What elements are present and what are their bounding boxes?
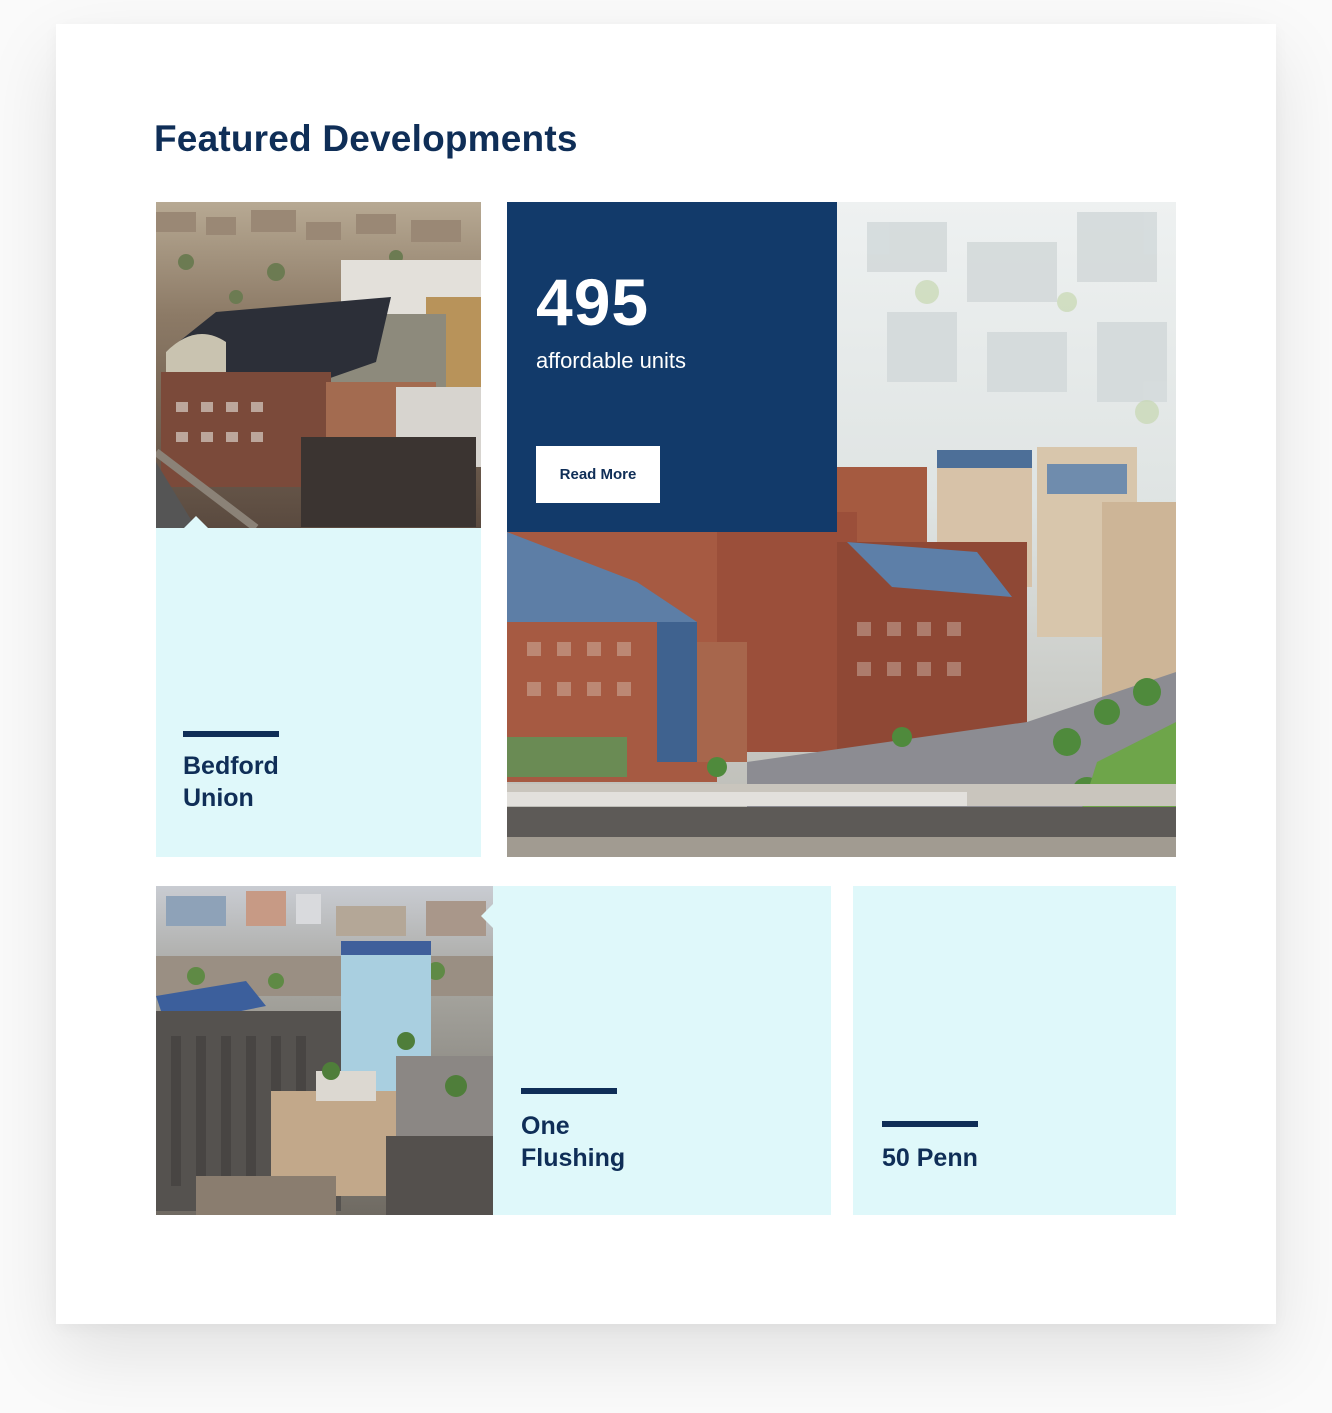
- featured-development-tile: 495 affordable units Read More: [507, 202, 1176, 857]
- 50-penn-name-line1: 50 Penn: [882, 1144, 978, 1172]
- stat-label: affordable units: [536, 348, 687, 373]
- bedford-union-notch: [184, 516, 208, 528]
- bedford-union-name-line2: Union: [183, 784, 254, 812]
- development-tile-50-penn[interactable]: 50 Penn: [853, 886, 1176, 1215]
- 50-penn-accent-bar: [882, 1121, 978, 1127]
- stat-number: 495: [536, 265, 650, 339]
- one-flushing-name-line1: One: [521, 1112, 570, 1140]
- bedford-union-aerial-photo: [156, 202, 481, 528]
- one-flushing-name-line2: Flushing: [521, 1144, 626, 1172]
- one-flushing-accent-bar: [521, 1088, 617, 1094]
- development-tile-one-flushing[interactable]: One Flushing: [156, 886, 831, 1215]
- read-more-button[interactable]: Read More: [536, 446, 660, 503]
- featured-developments-card: Featured Developments Bedford Union 495 …: [56, 24, 1276, 1324]
- bedford-union-name: Bedford Union: [183, 750, 279, 814]
- bedford-union-accent-bar: [183, 731, 279, 737]
- one-flushing-aerial-photo: [156, 886, 493, 1215]
- stat-box: 495 affordable units Read More: [507, 202, 837, 532]
- section-title: Featured Developments: [154, 118, 578, 159]
- 50-penn-name: 50 Penn: [882, 1142, 978, 1174]
- one-flushing-notch: [481, 904, 493, 928]
- development-tile-bedford-union[interactable]: Bedford Union: [156, 202, 481, 857]
- bedford-union-name-line1: Bedford: [183, 752, 279, 780]
- one-flushing-name: One Flushing: [521, 1110, 625, 1174]
- one-flushing-info-panel: One Flushing: [493, 886, 831, 1215]
